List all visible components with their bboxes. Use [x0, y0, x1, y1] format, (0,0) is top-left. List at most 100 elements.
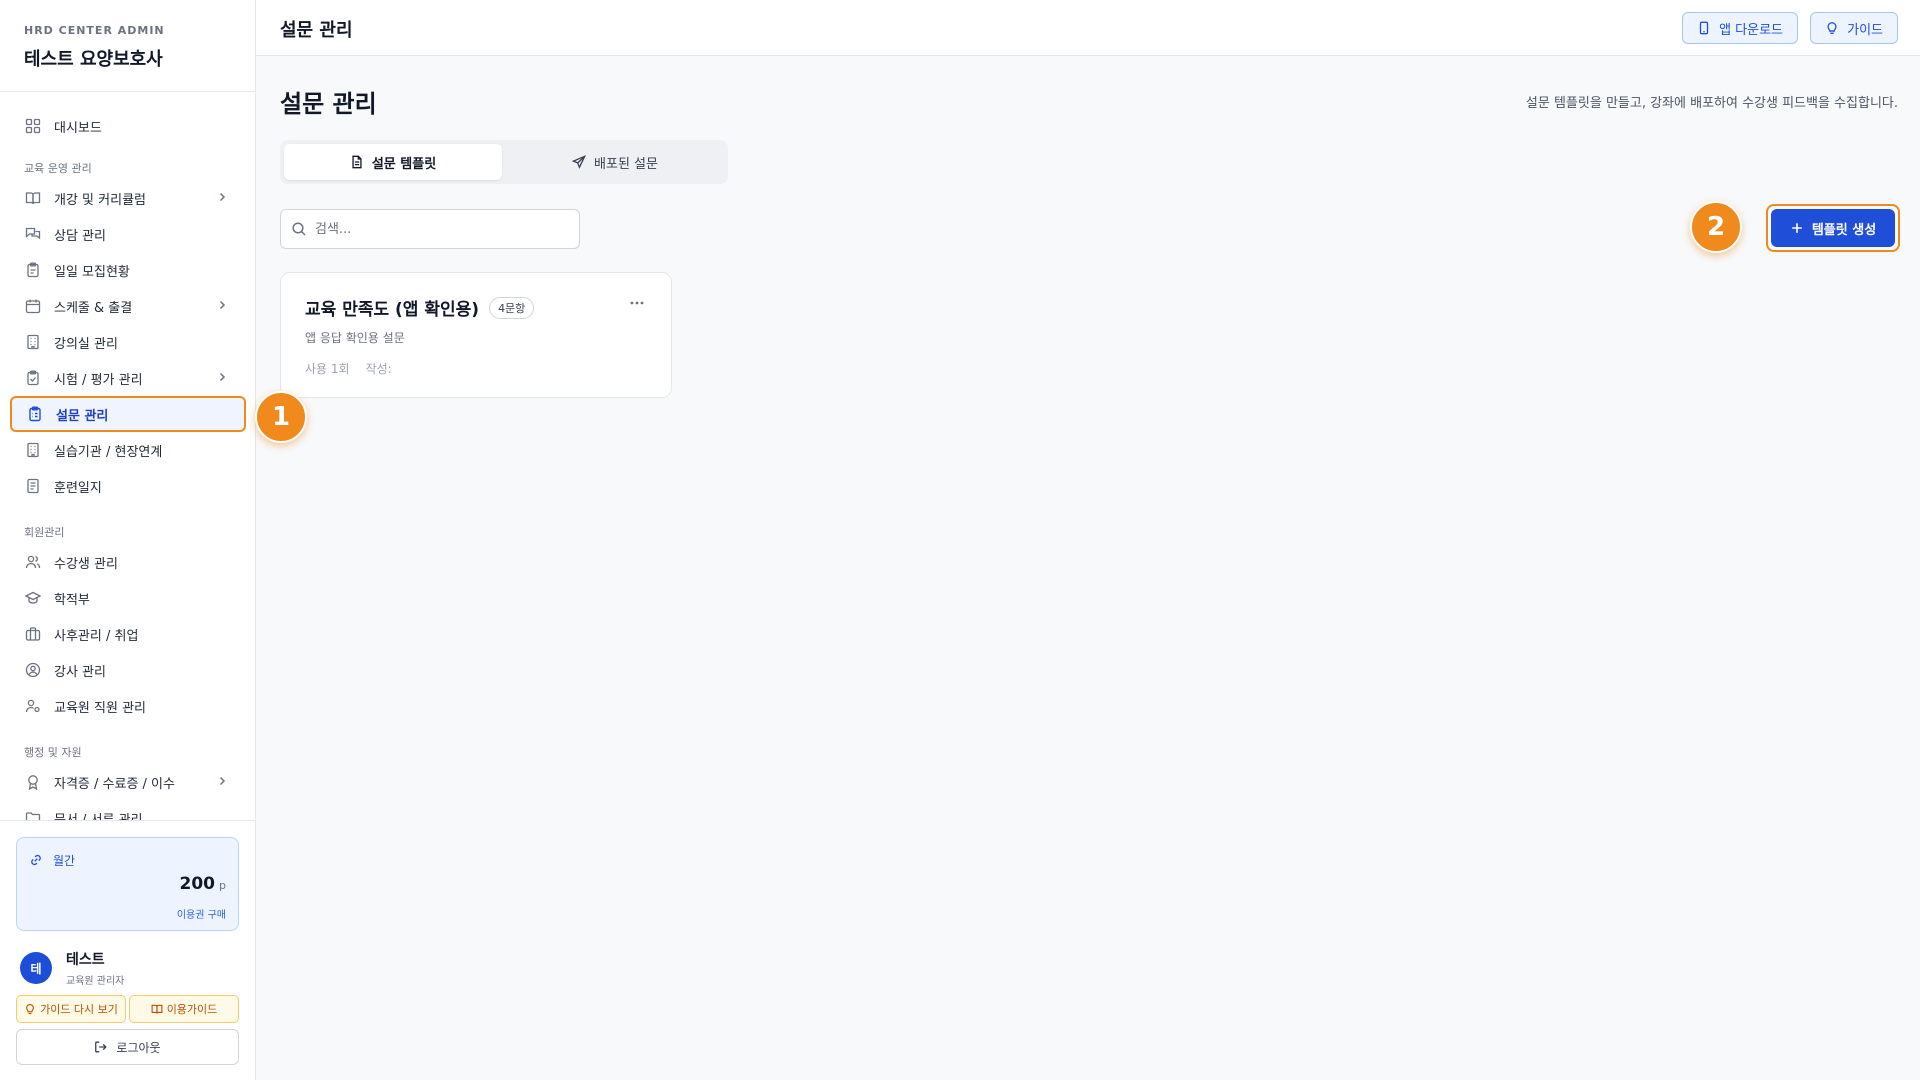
sidebar-item-employment[interactable]: 사후관리 / 취업 [10, 616, 246, 652]
book-icon [151, 1003, 163, 1015]
guide-button[interactable]: 가이드 [1810, 12, 1898, 44]
calendar-icon [24, 297, 42, 315]
create-template-label: 템플릿 생성 [1811, 222, 1877, 238]
sidebar-item-academic-record[interactable]: 학적부 [10, 580, 246, 616]
sidebar-item-classroom[interactable]: 강의실 관리 [10, 324, 246, 360]
sidebar-item-students[interactable]: 수강생 관리 [10, 544, 246, 580]
grid-icon [24, 117, 42, 135]
sidebar-item-label: 사후관리 / 취업 [54, 628, 139, 644]
sidebar-guide-buttons: 가이드 다시 보기 이용가이드 [16, 995, 239, 1023]
tab-deployed-surveys[interactable]: 배포된 설문 [506, 144, 724, 180]
sidebar-item-training-log[interactable]: 훈련일지 [10, 468, 246, 504]
app-download-label: 앱 다운로드 [1719, 22, 1783, 38]
author-label: 작성: [365, 362, 392, 376]
sidebar-item-label: 실습기관 / 현장연계 [54, 444, 163, 460]
building-icon [24, 333, 42, 351]
main-content: 설문 관리 설문 템플릿을 만들고, 강좌에 배포하여 수강생 피드백을 수집합… [256, 56, 1920, 1080]
sidebar-item-label: 수강생 관리 [54, 556, 118, 572]
tab-label: 설문 템플릿 [371, 156, 437, 172]
sidebar-item-curriculum[interactable]: 개강 및 커리큘럼 [10, 180, 246, 216]
search-input[interactable] [315, 221, 565, 237]
tab-bar: 설문 템플릿 배포된 설문 [280, 140, 728, 184]
sidebar-item-practice-institution[interactable]: 실습기관 / 현장연계 [10, 432, 246, 468]
sidebar-item-label: 교육원 직원 관리 [54, 700, 146, 716]
sidebar-item-staff[interactable]: 교육원 직원 관리 [10, 688, 246, 724]
plan-label: 월간 [29, 852, 75, 869]
avatar: 테 [20, 952, 52, 984]
section-label: 교육 운영 관리 [24, 162, 92, 175]
brand-divider [0, 91, 255, 92]
more-options-icon[interactable] [629, 295, 645, 311]
sidebar-item-label: 강사 관리 [54, 664, 106, 680]
plan-period: 월간 [53, 854, 76, 868]
sidebar-item-label: 강의실 관리 [54, 336, 118, 352]
sidebar-item-label: 스케줄 & 출결 [54, 300, 133, 316]
logout-button[interactable]: 로그아웃 [16, 1029, 239, 1065]
survey-template-card[interactable]: 교육 만족도 (앱 확인용) 4문항 앱 응답 확인용 설문 사용 1회 작성: [280, 272, 672, 398]
sidebar-item-label: 개강 및 커리큘럼 [54, 192, 146, 208]
sidebar-item-dashboard[interactable]: 대시보드 [10, 108, 246, 144]
sidebar-item-counseling[interactable]: 상담 관리 [10, 216, 246, 252]
sidebar-item-label: 일일 모집현황 [54, 264, 130, 280]
search-icon [291, 221, 307, 237]
top-header: 설문 관리 앱 다운로드 가이드 [256, 0, 1920, 56]
sidebar-item-label: 시험 / 평가 관리 [54, 372, 143, 388]
briefcase-icon [24, 625, 42, 643]
folder-icon [24, 809, 42, 820]
annotation-badge-1: 1 [255, 391, 307, 443]
page-title: 설문 관리 [280, 90, 377, 118]
create-template-button[interactable]: 템플릿 생성 [1771, 209, 1895, 247]
card-description: 앱 응답 확인용 설문 [305, 331, 405, 345]
card-meta: 사용 1회 작성: [305, 360, 392, 377]
brand-title: 테스트 요양보호사 [24, 49, 163, 70]
usage-count: 사용 1회 [305, 362, 350, 376]
logout-icon [94, 1040, 108, 1054]
sidebar-footer: 월간 200 p 이용권 구매 테 테스트 교육원 관리자 가이드 다시 보기 이… [0, 820, 255, 1080]
tab-survey-templates[interactable]: 설문 템플릿 [284, 144, 502, 180]
card-title: 교육 만족도 (앱 확인용) [305, 300, 480, 320]
guide-label: 가이드 [1847, 22, 1883, 38]
buy-pass-link[interactable]: 이용권 구매 [177, 906, 226, 921]
chevron-right-icon [216, 191, 228, 203]
lightbulb-icon [1825, 21, 1839, 35]
document-icon [24, 477, 42, 495]
sidebar-item-label: 문서 / 서류 관리 [54, 812, 143, 821]
file-text-icon [350, 155, 364, 169]
page-description: 설문 템플릿을 만들고, 강좌에 배포하여 수강생 피드백을 수집합니다. [1525, 96, 1898, 111]
chevron-right-icon [216, 775, 228, 787]
create-template-highlight: 템플릿 생성 [1766, 204, 1900, 252]
guide-again-button[interactable]: 가이드 다시 보기 [16, 995, 126, 1023]
sidebar-item-schedule[interactable]: 스케줄 & 출결 [10, 288, 246, 324]
sidebar-item-daily-recruit[interactable]: 일일 모집현황 [10, 252, 246, 288]
award-icon [24, 773, 42, 791]
sidebar: HRD CENTER ADMIN 테스트 요양보호사 대시보드 교육 운영 관리… [0, 0, 256, 1080]
sidebar-item-survey[interactable]: 설문 관리 [10, 396, 246, 432]
question-count-badge: 4문항 [489, 296, 535, 319]
plan-amount-value: 200 [179, 874, 216, 894]
clipboard-check-icon [24, 369, 42, 387]
plan-unit: p [219, 879, 226, 892]
sidebar-item-label: 대시보드 [54, 120, 102, 136]
user-role: 교육원 관리자 [66, 976, 125, 987]
logout-label: 로그아웃 [116, 1040, 161, 1055]
usage-guide-button[interactable]: 이용가이드 [129, 995, 239, 1023]
sidebar-item-label: 학적부 [54, 592, 90, 608]
sidebar-nav: 대시보드 교육 운영 관리 개강 및 커리큘럼 상담 관리 일일 모집현황 스케… [0, 108, 255, 820]
sidebar-item-exam[interactable]: 시험 / 평가 관리 [10, 360, 246, 396]
app-download-button[interactable]: 앱 다운로드 [1682, 12, 1798, 44]
sidebar-item-certificates[interactable]: 자격증 / 수료증 / 이수 [10, 764, 246, 800]
section-label: 회원관리 [24, 526, 65, 539]
user-name: 테스트 [66, 952, 105, 968]
plan-card[interactable]: 월간 200 p 이용권 구매 [16, 837, 239, 931]
sidebar-item-documents[interactable]: 문서 / 서류 관리 [10, 800, 246, 820]
card-title-row: 교육 만족도 (앱 확인용) 4문항 [305, 295, 535, 320]
clipboard-list-icon [26, 405, 44, 423]
tab-label: 배포된 설문 [594, 156, 658, 172]
building-icon [24, 441, 42, 459]
usage-guide-label: 이용가이드 [166, 1003, 218, 1016]
smartphone-icon [1697, 21, 1711, 35]
sidebar-item-instructors[interactable]: 강사 관리 [10, 652, 246, 688]
book-icon [24, 189, 42, 207]
sidebar-item-label: 설문 관리 [56, 408, 109, 424]
lightbulb-icon [24, 1003, 36, 1015]
